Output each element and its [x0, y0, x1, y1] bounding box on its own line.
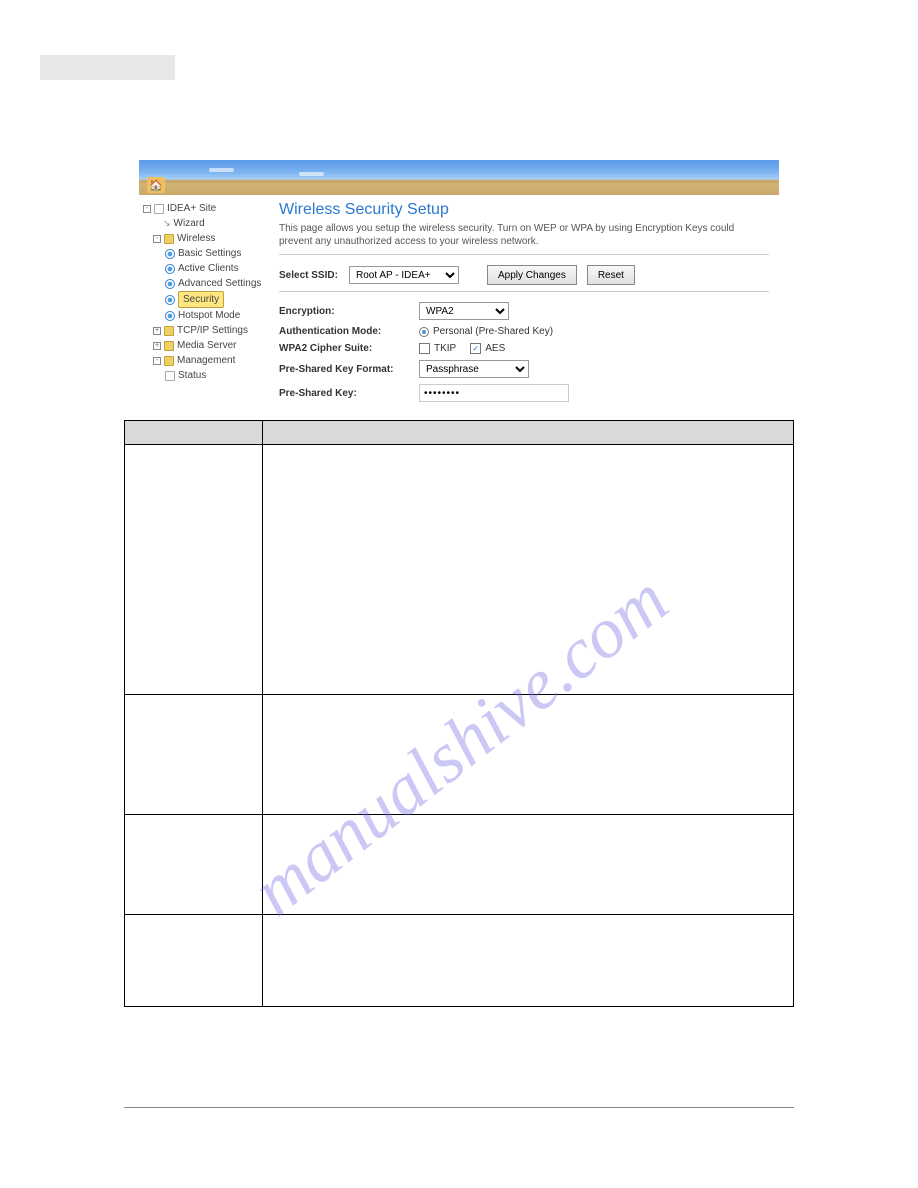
table-cell-label — [125, 445, 263, 695]
gear-icon — [165, 311, 175, 321]
psk-input[interactable] — [419, 384, 569, 402]
home-icon[interactable]: 🏠 — [147, 177, 165, 193]
nav-media[interactable]: Media Server — [177, 338, 236, 353]
table-cell-desc — [263, 815, 794, 915]
page-title: Wireless Security Setup — [279, 201, 769, 219]
nav-wizard[interactable]: Wizard — [174, 216, 205, 231]
nav-hotspot[interactable]: Hotspot Mode — [178, 308, 240, 323]
apply-changes-button[interactable]: Apply Changes — [487, 265, 577, 285]
auth-mode-label: Authentication Mode: — [279, 326, 419, 337]
documentation-table — [124, 420, 794, 1007]
table-row — [125, 695, 794, 815]
table-cell-label — [125, 695, 263, 815]
main-content: Wireless Security Setup This page allows… — [269, 199, 779, 402]
table-row — [125, 815, 794, 915]
auth-personal-label: Personal (Pre-Shared Key) — [433, 326, 553, 337]
select-ssid-label: Select SSID: — [279, 270, 339, 281]
table-cell-desc — [263, 445, 794, 695]
psk-label: Pre-Shared Key: — [279, 388, 419, 399]
nav-root[interactable]: IDEA+ Site — [167, 201, 216, 216]
psk-format-label: Pre-Shared Key Format: — [279, 364, 419, 375]
nav-status[interactable]: Status — [178, 368, 206, 383]
collapse-icon[interactable]: - — [143, 205, 151, 213]
encryption-dropdown[interactable]: WPA2 — [419, 302, 509, 320]
collapse-icon[interactable]: - — [153, 235, 161, 243]
footer-divider — [124, 1107, 794, 1108]
tkip-checkbox[interactable] — [419, 343, 430, 354]
nav-basic[interactable]: Basic Settings — [178, 246, 241, 261]
gear-icon — [165, 249, 175, 259]
gear-icon — [165, 295, 175, 305]
nav-tcpip[interactable]: TCP/IP Settings — [177, 323, 248, 338]
expand-icon[interactable]: + — [153, 342, 161, 350]
encryption-label: Encryption: — [279, 306, 419, 317]
select-ssid-dropdown[interactable]: Root AP - IDEA+ — [349, 266, 459, 284]
sidebar-nav: - IDEA+ Site ↘Wizard - Wireless Basic Sett… — [139, 199, 269, 402]
nav-active-clients[interactable]: Active Clients — [178, 261, 239, 276]
folder-icon — [164, 341, 174, 351]
nav-security-active[interactable]: Security — [178, 291, 224, 308]
redacted-header-block — [40, 55, 175, 80]
gear-icon — [165, 279, 175, 289]
gear-icon — [165, 264, 175, 274]
aes-label: AES — [485, 343, 505, 354]
cipher-suite-label: WPA2 Cipher Suite: — [279, 343, 419, 354]
banner-image: 🏠 — [139, 160, 779, 195]
page-description: This page allows you setup the wireless … — [279, 223, 769, 248]
psk-format-dropdown[interactable]: Passphrase — [419, 360, 529, 378]
table-cell-desc — [263, 695, 794, 815]
divider — [279, 254, 769, 255]
page-icon — [165, 371, 175, 381]
wizard-icon: ↘ — [163, 217, 171, 231]
auth-personal-radio[interactable] — [419, 327, 429, 337]
auth-mode-radio-group: Personal (Pre-Shared Key) — [419, 326, 769, 337]
collapse-icon[interactable]: - — [153, 357, 161, 365]
page-icon — [154, 204, 164, 214]
table-cell-label — [125, 815, 263, 915]
expand-icon[interactable]: + — [153, 327, 161, 335]
table-cell-desc — [263, 915, 794, 1007]
table-header-label — [125, 421, 263, 445]
aes-checkbox[interactable]: ✓ — [470, 343, 481, 354]
table-header-row — [125, 421, 794, 445]
table-row — [125, 445, 794, 695]
router-admin-screenshot: 🏠 - IDEA+ Site ↘Wizard - Wireless Basic Se… — [139, 160, 779, 402]
table-row — [125, 915, 794, 1007]
folder-icon — [164, 326, 174, 336]
nav-advanced[interactable]: Advanced Settings — [178, 276, 261, 291]
nav-wireless[interactable]: Wireless — [177, 231, 215, 246]
folder-icon — [164, 356, 174, 366]
folder-icon — [164, 234, 174, 244]
tkip-label: TKIP — [434, 343, 456, 354]
divider — [279, 291, 769, 292]
nav-mgmt[interactable]: Management — [177, 353, 235, 368]
reset-button[interactable]: Reset — [587, 265, 635, 285]
table-cell-label — [125, 915, 263, 1007]
table-header-desc — [263, 421, 794, 445]
